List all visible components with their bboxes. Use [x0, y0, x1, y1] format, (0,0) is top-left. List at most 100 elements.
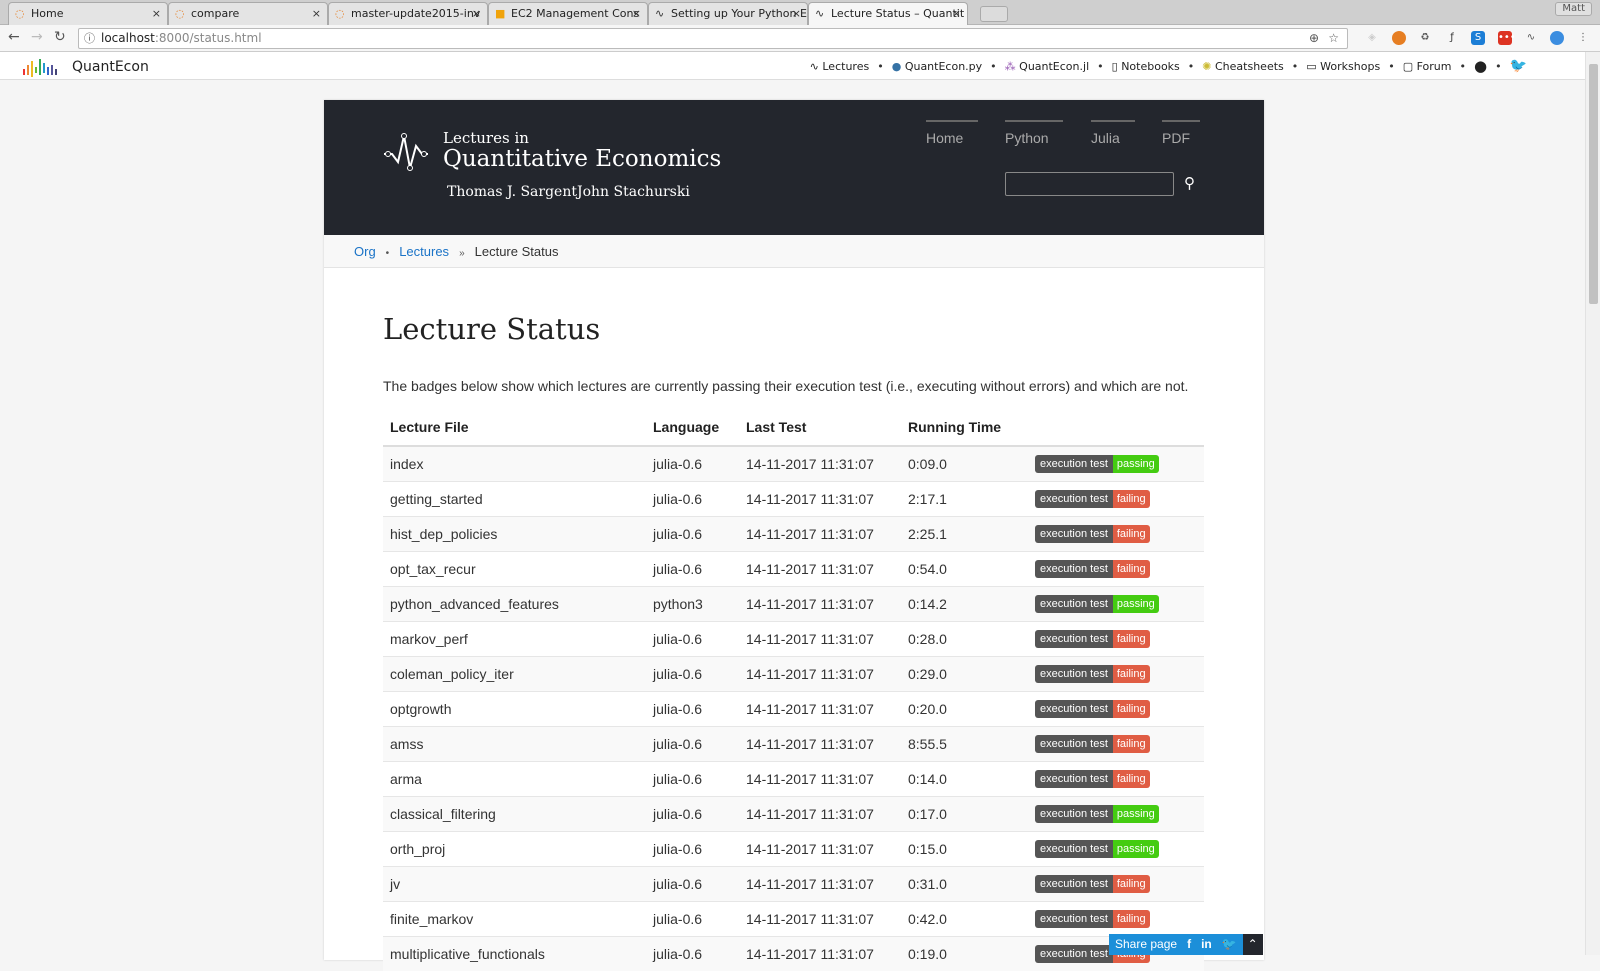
- author-link[interactable]: John Stachurski: [577, 184, 690, 200]
- close-icon[interactable]: ×: [312, 3, 321, 24]
- link-label: Cheatsheets: [1215, 59, 1284, 73]
- twitter-icon[interactable]: 🐦: [1510, 58, 1527, 74]
- nav-pdf[interactable]: PDF: [1162, 120, 1200, 146]
- github-icon[interactable]: ●: [1474, 57, 1487, 75]
- address-toolbar: ← → ↻ ⓘ localhost:8000/status.html ⊕ ☆ ◈…: [0, 25, 1600, 52]
- status-badge[interactable]: execution test passing: [1035, 595, 1159, 613]
- status-badge[interactable]: execution testfailing: [1035, 735, 1150, 753]
- site-title[interactable]: Quantitative Economics: [443, 146, 721, 172]
- status-badge[interactable]: execution test passing: [1035, 455, 1159, 474]
- menu-icon[interactable]: ⋮: [1576, 31, 1590, 45]
- lecture-file: classical_filtering: [383, 795, 646, 831]
- close-icon[interactable]: ×: [152, 3, 161, 24]
- status-badge[interactable]: execution testfailing: [1035, 525, 1150, 543]
- badge-status: failing: [1112, 910, 1150, 928]
- reload-icon[interactable]: ↻: [54, 29, 66, 45]
- tab-bar: ◌ Home × ◌ compare × ◌ master-update2015-inv × ■ E…: [0, 0, 1600, 25]
- nav-home[interactable]: Home: [926, 120, 978, 146]
- status-badge[interactable]: execution testfailing: [1035, 560, 1150, 578]
- status-badge[interactable]: execution testfailing: [1035, 770, 1150, 788]
- table-row: arma julia-0.6 14-11-2017 11:31:07 0:14.0 ex…: [383, 760, 1204, 796]
- language: julia-0.6: [646, 865, 739, 901]
- twitter-icon[interactable]: 🐦: [1222, 934, 1237, 955]
- language: julia-0.6: [646, 480, 739, 516]
- search-icon[interactable]: ⚲: [1184, 174, 1195, 192]
- status-badge[interactable]: execution testfailing: [1035, 490, 1150, 508]
- breadcrumb-org[interactable]: Org: [354, 244, 376, 259]
- close-icon[interactable]: ×: [472, 3, 481, 24]
- profile-button[interactable]: Matt: [1555, 2, 1592, 16]
- status-badge[interactable]: execution test passing: [1035, 805, 1159, 823]
- separator: •: [1187, 59, 1195, 73]
- browser-tab[interactable]: ■ EC2 Management Cons ×: [488, 2, 648, 25]
- status-badge[interactable]: execution testfailing: [1035, 665, 1150, 683]
- badge-status: failing: [1112, 525, 1150, 543]
- topbar-link-workshops[interactable]: ▭ Workshops: [1306, 60, 1380, 73]
- browser-tab[interactable]: ∿ Setting up Your Python E ×: [648, 2, 808, 25]
- zoom-icon[interactable]: ⊕: [1309, 29, 1319, 48]
- facebook-icon[interactable]: f: [1187, 934, 1191, 955]
- table-row: hist_dep_policies julia-0.6 14-11-2017 11:…: [383, 515, 1204, 551]
- topbar-link-lectures[interactable]: ∿ Lectures: [810, 60, 870, 73]
- back-icon[interactable]: ←: [8, 29, 20, 45]
- table-row: markov_perf julia-0.6 14-11-2017 11:31:07 0…: [383, 620, 1204, 656]
- extension-recycle-icon[interactable]: ♻: [1418, 31, 1432, 45]
- linkedin-icon[interactable]: in: [1201, 934, 1212, 955]
- topbar-link-cheatsheets[interactable]: ✺ Cheatsheets: [1202, 60, 1283, 73]
- author-link[interactable]: Thomas J. Sargent: [447, 184, 577, 200]
- scrollbar[interactable]: [1585, 52, 1600, 955]
- badge-label: execution test: [1035, 840, 1113, 858]
- close-icon[interactable]: ×: [952, 3, 961, 24]
- extension-pulse-icon[interactable]: ∿: [1524, 31, 1538, 45]
- topbar-link-notebooks[interactable]: ▯ Notebooks: [1112, 60, 1180, 73]
- close-icon[interactable]: ×: [632, 3, 641, 24]
- search-input[interactable]: [1005, 172, 1174, 196]
- last-test: 14-11-2017 11:31:07: [739, 515, 901, 551]
- table-row: multiplicative_functionals julia-0.6 14-11…: [383, 935, 1204, 971]
- status-badge[interactable]: execution testfailing: [1035, 910, 1150, 928]
- status-badge[interactable]: execution test passing: [1035, 840, 1159, 858]
- status-badge[interactable]: execution testfailing: [1035, 700, 1150, 718]
- status-badge[interactable]: execution testfailing: [1035, 630, 1150, 648]
- url-input[interactable]: ⓘ localhost:8000/status.html ⊕ ☆: [78, 28, 1348, 49]
- extension-globe-icon[interactable]: [1392, 31, 1406, 45]
- new-tab-button[interactable]: [980, 6, 1008, 22]
- badge-cell: execution testfailing: [1028, 515, 1204, 551]
- scrollbar-thumb[interactable]: [1589, 64, 1598, 304]
- table-row: amss julia-0.6 14-11-2017 11:31:07 8:55.5 ex…: [383, 725, 1204, 761]
- link-label: QuantEcon.jl: [1019, 59, 1090, 73]
- nav-julia[interactable]: Julia: [1091, 120, 1135, 146]
- running-time: 0:09.0: [901, 445, 1028, 481]
- topbar-link-forum[interactable]: ▢ Forum: [1403, 60, 1452, 73]
- scroll-top-button[interactable]: ⌃: [1242, 934, 1263, 955]
- topbar-link-quantecon-jl[interactable]: ⁂ QuantEcon.jl: [1005, 60, 1089, 73]
- jupyter-icon: ◌: [15, 7, 25, 20]
- browser-tab[interactable]: ◌ master-update2015-inv ×: [328, 2, 488, 25]
- quantecon-logo[interactable]: QuantEcon: [22, 57, 149, 77]
- running-time: 0:20.0: [901, 690, 1028, 726]
- badge-status: passing: [1112, 805, 1159, 823]
- topbar-link-quantecon-py[interactable]: ● QuantEcon.py: [892, 60, 982, 73]
- badge-cell: execution testfailing: [1028, 760, 1204, 796]
- bookmark-star-icon[interactable]: ☆: [1328, 29, 1339, 48]
- info-icon[interactable]: ⓘ: [84, 29, 95, 48]
- badge-status: failing: [1112, 770, 1150, 788]
- forward-icon[interactable]: →: [31, 29, 43, 45]
- quantecon-topbar: QuantEcon ∿ Lectures • ● QuantEcon.py • ⁂ …: [0, 52, 1585, 80]
- user-name: Matt: [1562, 3, 1585, 14]
- extension-s-icon[interactable]: S: [1471, 31, 1485, 45]
- extension-lastpass-icon[interactable]: •••: [1498, 31, 1516, 45]
- extension-function-icon[interactable]: ƒ: [1445, 31, 1459, 45]
- browser-tab[interactable]: ◌ Home ×: [8, 2, 168, 25]
- close-icon[interactable]: ×: [792, 3, 801, 24]
- extension-blue-icon[interactable]: [1550, 31, 1564, 45]
- extension-shield-icon[interactable]: ◈: [1365, 31, 1379, 45]
- nav-python[interactable]: Python: [1005, 120, 1063, 146]
- browser-tab[interactable]: ∿ Lecture Status – Quantit ×: [808, 2, 968, 25]
- breadcrumb-lectures[interactable]: Lectures: [399, 244, 449, 259]
- status-badge[interactable]: execution testfailing: [1035, 875, 1150, 893]
- lecture-file: optgrowth: [383, 690, 646, 726]
- browser-tab[interactable]: ◌ compare ×: [168, 2, 328, 25]
- link-label: Lectures: [822, 59, 870, 73]
- link-label: QuantEcon.py: [904, 59, 983, 73]
